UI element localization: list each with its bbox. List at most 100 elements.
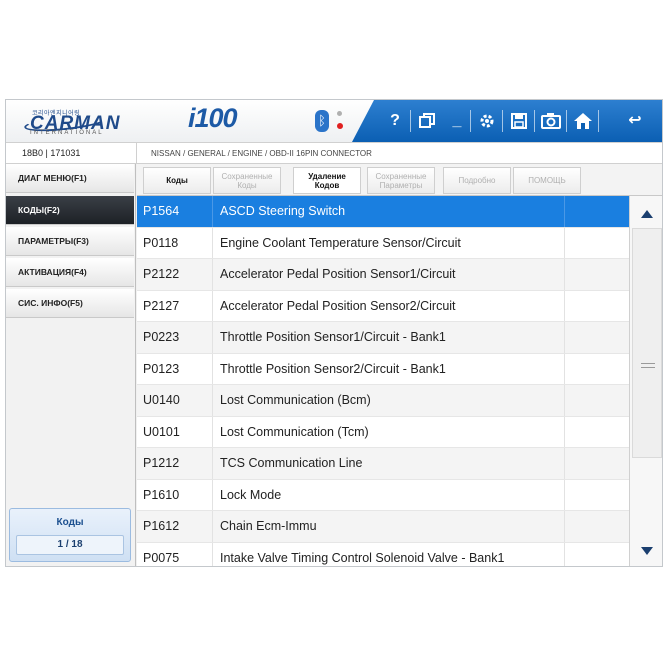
table-row[interactable]: P2127 Accelerator Pedal Position Sensor2… bbox=[137, 290, 629, 322]
sidebar-item-parameters[interactable]: ПАРАМЕТРЫ(F3) bbox=[6, 227, 134, 256]
toolbar-divider bbox=[502, 110, 503, 132]
toolbar: ? _ ↩ bbox=[352, 100, 662, 142]
scroll-down-arrow-icon[interactable] bbox=[641, 547, 653, 555]
settings-button[interactable] bbox=[474, 108, 500, 134]
tab-help-label: ПОМОЩЬ bbox=[528, 176, 566, 185]
dtc-description: ASCD Steering Switch bbox=[213, 196, 565, 227]
page-indicator: Коды 1 / 18 bbox=[9, 508, 131, 562]
table-row[interactable]: P2122 Accelerator Pedal Position Sensor1… bbox=[137, 259, 629, 291]
table-row[interactable]: P0223 Throttle Position Sensor1/Circuit … bbox=[137, 322, 629, 354]
save-button[interactable] bbox=[506, 108, 532, 134]
dtc-code: P1610 bbox=[137, 479, 213, 510]
function-tabs: Коды Сохраненные Коды Удаление Кодов Сохра… bbox=[137, 164, 662, 196]
dtc-description: Lost Communication (Tcm) bbox=[213, 416, 565, 447]
sidebar-item-codes[interactable]: КОДЫ(F2) bbox=[6, 196, 134, 225]
sidebar: ДИАГ МЕНЮ(F1) КОДЫ(F2) ПАРАМЕТРЫ(F3) АКТ… bbox=[6, 164, 136, 566]
tab-clear-codes-line2: Кодов bbox=[314, 180, 340, 190]
table-row[interactable]: P0123 Throttle Position Sensor2/Circuit … bbox=[137, 353, 629, 385]
help-icon: ? bbox=[390, 112, 400, 129]
tab-saved-codes-line1: Сохраненные bbox=[221, 171, 273, 181]
table-row[interactable]: U0140 Lost Communication (Bcm) bbox=[137, 385, 629, 417]
vehicle-id: 18B0 | 171031 bbox=[6, 142, 136, 164]
settings-icon bbox=[480, 114, 494, 128]
home-button[interactable] bbox=[570, 108, 596, 134]
dtc-description: Lost Communication (Bcm) bbox=[213, 385, 565, 416]
table-row[interactable]: P1212 TCS Communication Line bbox=[137, 448, 629, 480]
table-row[interactable]: P0075 Intake Valve Timing Control Soleno… bbox=[137, 542, 629, 566]
header-bar: 코리아엔지니어링 CARMAN INTERNATIONAL i100 ᛒ ? _ bbox=[6, 100, 662, 142]
toolbar-divider bbox=[470, 110, 471, 132]
tab-clear-codes[interactable]: Удаление Кодов bbox=[293, 167, 361, 194]
home-icon bbox=[574, 113, 592, 129]
scroll-up-arrow-icon[interactable] bbox=[641, 210, 653, 218]
page-indicator-title: Коды bbox=[56, 517, 84, 528]
scrollbar-grip-icon bbox=[641, 363, 655, 368]
camera-button[interactable] bbox=[538, 108, 564, 134]
window-icon bbox=[419, 113, 435, 128]
sidebar-item-activation[interactable]: АКТИВАЦИЯ(F4) bbox=[6, 258, 134, 287]
sidebar-item-sys-info[interactable]: СИС. ИНФО(F5) bbox=[6, 289, 134, 318]
bluetooth-icon: ᛒ bbox=[315, 110, 329, 132]
dtc-table: P1564 ASCD Steering Switch P0118 Engine … bbox=[137, 196, 629, 566]
dtc-code: P0223 bbox=[137, 322, 213, 353]
dtc-code: U0101 bbox=[137, 416, 213, 447]
camera-icon bbox=[541, 113, 561, 129]
status-led-gray bbox=[337, 111, 342, 116]
dtc-description: Accelerator Pedal Position Sensor2/Circu… bbox=[213, 290, 565, 321]
tab-saved-codes-line2: Коды bbox=[237, 180, 257, 190]
dtc-code: P2127 bbox=[137, 290, 213, 321]
dtc-description: Accelerator Pedal Position Sensor1/Circu… bbox=[213, 259, 565, 290]
toolbar-divider bbox=[598, 110, 599, 132]
status-led-red bbox=[337, 123, 343, 129]
dtc-code: P2122 bbox=[137, 259, 213, 290]
dtc-code: U0140 bbox=[137, 385, 213, 416]
window-button[interactable] bbox=[414, 108, 440, 134]
dtc-description: Throttle Position Sensor1/Circuit - Bank… bbox=[213, 322, 565, 353]
scrollbar[interactable] bbox=[629, 196, 662, 566]
dtc-description: Throttle Position Sensor2/Circuit - Bank… bbox=[213, 353, 565, 384]
dtc-code: P1212 bbox=[137, 448, 213, 479]
table-row[interactable]: P0118 Engine Coolant Temperature Sensor/… bbox=[137, 227, 629, 259]
tab-codes-label: Коды bbox=[166, 176, 188, 185]
table-row[interactable]: P1612 Chain Ecm-Immu bbox=[137, 511, 629, 543]
tab-saved-parameters-line2: Параметры bbox=[379, 180, 423, 190]
tab-saved-parameters[interactable]: Сохраненные Параметры bbox=[367, 167, 435, 194]
dtc-description: Lock Mode bbox=[213, 479, 565, 510]
scan-tool-window: 코리아엔지니어링 CARMAN INTERNATIONAL i100 ᛒ ? _ bbox=[5, 99, 663, 567]
dtc-description: Intake Valve Timing Control Solenoid Val… bbox=[213, 542, 565, 566]
page-indicator-count: 1 / 18 bbox=[16, 535, 124, 555]
save-icon bbox=[511, 113, 527, 129]
minimize-icon: _ bbox=[452, 112, 462, 129]
scrollbar-thumb[interactable] bbox=[632, 228, 662, 458]
dtc-code: P0123 bbox=[137, 353, 213, 384]
vehicle-path-breadcrumb: NISSAN / GENERAL / ENGINE / OBD-II 16PIN… bbox=[136, 142, 662, 164]
toolbar-divider bbox=[410, 110, 411, 132]
dtc-code: P1564 bbox=[137, 196, 213, 227]
table-row[interactable]: U0101 Lost Communication (Tcm) bbox=[137, 416, 629, 448]
dtc-description: Engine Coolant Temperature Sensor/Circui… bbox=[213, 227, 565, 258]
sidebar-item-diag-menu[interactable]: ДИАГ МЕНЮ(F1) bbox=[6, 164, 134, 193]
tab-details-label: Подробно bbox=[458, 176, 496, 185]
table-row[interactable]: P1610 Lock Mode bbox=[137, 479, 629, 511]
tab-clear-codes-line1: Удаление bbox=[308, 171, 346, 181]
tab-codes[interactable]: Коды bbox=[143, 167, 211, 194]
tab-help[interactable]: ПОМОЩЬ bbox=[513, 167, 581, 194]
logo-sub-text: INTERNATIONAL bbox=[30, 130, 104, 136]
back-button[interactable]: ↩ bbox=[622, 108, 648, 134]
dtc-code: P0118 bbox=[137, 227, 213, 258]
dtc-code: P0075 bbox=[137, 542, 213, 566]
tab-saved-parameters-line1: Сохраненные bbox=[375, 171, 427, 181]
table-row[interactable]: P1564 ASCD Steering Switch bbox=[137, 196, 629, 228]
dtc-description: Chain Ecm-Immu bbox=[213, 511, 565, 542]
back-icon: ↩ bbox=[628, 112, 642, 129]
dtc-description: TCS Communication Line bbox=[213, 448, 565, 479]
tab-saved-codes[interactable]: Сохраненные Коды bbox=[213, 167, 281, 194]
toolbar-divider bbox=[566, 110, 567, 132]
toolbar-divider bbox=[534, 110, 535, 132]
help-button[interactable]: ? bbox=[382, 108, 408, 134]
brand-logo: 코리아엔지니어링 CARMAN INTERNATIONAL bbox=[23, 108, 119, 136]
tab-details[interactable]: Подробно bbox=[443, 167, 511, 194]
model-name: i100 bbox=[188, 103, 238, 133]
dtc-code: P1612 bbox=[137, 511, 213, 542]
minimize-button[interactable]: _ bbox=[444, 108, 470, 134]
